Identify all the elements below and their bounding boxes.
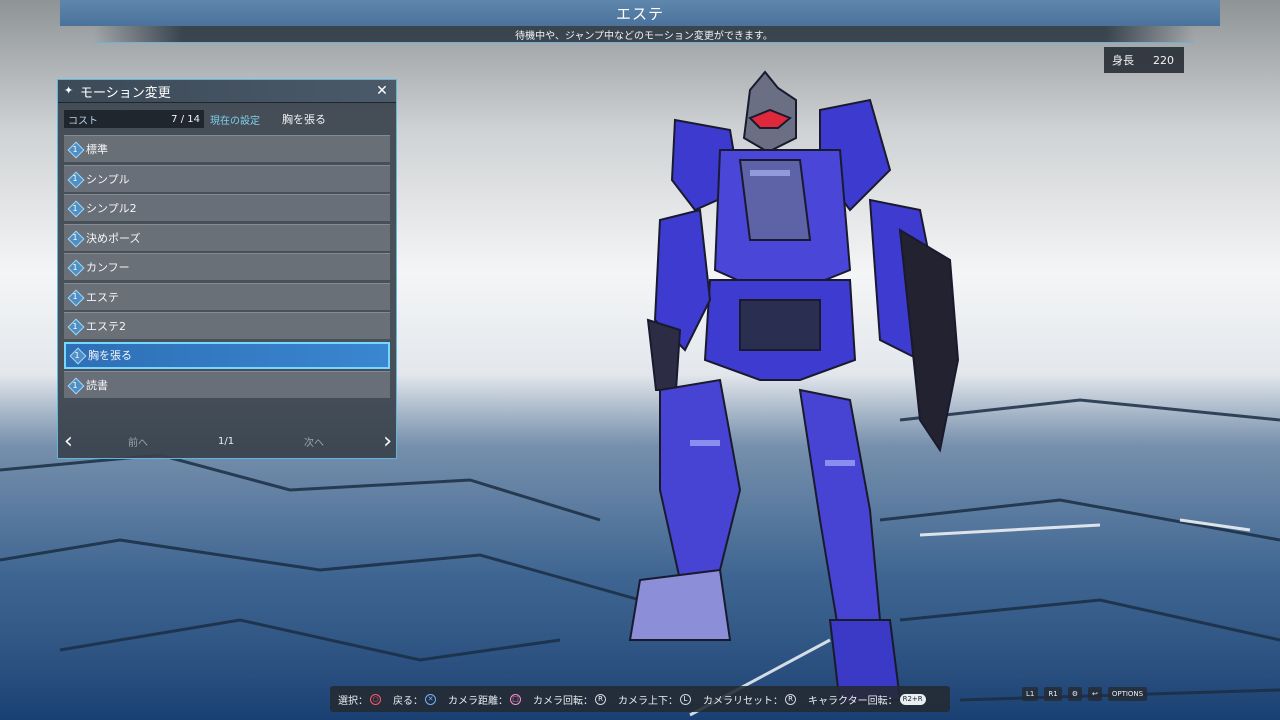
motion-item[interactable]: 1 カンフー: [64, 253, 390, 280]
control-camera-reset: カメラリセット： R: [703, 692, 796, 707]
l1-button-icon: L1: [1022, 687, 1039, 701]
mech-character: [628, 70, 960, 707]
height-value: 220: [1153, 53, 1174, 67]
panel-title: モーション変更: [80, 85, 171, 101]
motion-item-label: シンプル2: [86, 202, 137, 215]
level-diamond-icon: 1: [68, 201, 82, 215]
outfit-icon: ⚙: [1067, 687, 1082, 701]
cost-label: コスト: [68, 115, 98, 127]
control-camera-rotate: カメラ回転： R: [533, 692, 606, 707]
level-diamond-icon: 1: [68, 260, 82, 274]
control-select: 選択： ○: [338, 692, 381, 707]
cost-value: 7 / 14: [171, 113, 200, 125]
right-button-icons: L1 R1 ⚙ ↩ OPTIONS: [1022, 684, 1267, 704]
control-character-rotate: キャラクター回転： R2+R: [808, 692, 926, 707]
level-diamond-icon: 1: [68, 231, 82, 245]
motion-item[interactable]: 1 エステ2: [64, 312, 390, 339]
level-diamond-icon: 1: [68, 290, 82, 304]
right-stick-icon: R: [595, 693, 606, 705]
chevron-right-icon[interactable]: ›: [383, 429, 392, 454]
height-badge: 身長 220: [1104, 47, 1184, 73]
controls-hint-bar: 選択： ○ 戻る： ✕ カメラ距離： □ カメラ回転： R カメラ上下： L カメラリセッ…: [330, 686, 950, 712]
level-diamond-icon: 1: [68, 319, 82, 333]
motion-item-label: 標準: [86, 143, 108, 156]
motion-item-label: エステ: [86, 290, 119, 304]
motion-item[interactable]: 1 シンプル: [64, 164, 390, 192]
square-button-icon: □: [510, 693, 521, 705]
current-setting-value: 胸を張る: [282, 113, 326, 126]
control-camera-updown: カメラ上下： L: [618, 692, 691, 707]
level-diamond-icon: 1: [68, 378, 82, 392]
control-back: 戻る： ✕: [393, 692, 436, 707]
cost-box: コスト 7 / 14: [64, 110, 204, 128]
motion-item[interactable]: 1 標準: [64, 135, 390, 162]
page-title: エステ: [615, 4, 664, 23]
options-button-icon: OPTIONS: [1107, 687, 1148, 701]
chevron-left-icon[interactable]: ‹: [64, 429, 73, 454]
cost-row: コスト 7 / 14 現在の設定 胸を張る: [64, 110, 392, 128]
motion-list: 1 標準 1 シンプル 1 シンプル2 1 決めポーズ 1 カンフー 1 エステ…: [64, 135, 392, 401]
motion-change-panel: ✦ モーション変更 ✕ コスト 7 / 14 現在の設定 胸を張る 1 標準 1…: [57, 79, 397, 459]
cross-button-icon: ✕: [425, 693, 436, 705]
level-diamond-icon: 1: [70, 348, 84, 362]
right-stick-press-icon: R: [785, 693, 796, 705]
left-stick-icon: L: [680, 693, 691, 705]
circle-button-icon: ○: [370, 693, 381, 705]
panel-title-bar: ✦ モーション変更: [58, 80, 396, 103]
motion-item-selected[interactable]: 1 胸を張る: [64, 341, 390, 369]
pager: ‹ 前へ 1/1 次へ ›: [58, 426, 398, 456]
current-setting-label: 現在の設定: [210, 115, 260, 127]
motion-item[interactable]: 1 エステ: [64, 282, 390, 310]
page-indicator: 1/1: [218, 435, 235, 447]
motion-item[interactable]: 1 読書: [64, 371, 390, 398]
r2-button-icon: R2+R: [899, 693, 926, 705]
motion-item-label: エステ2: [86, 320, 126, 333]
header-subtitle: 待機中や、ジャンプ中などのモーション変更ができます。: [94, 26, 1194, 43]
close-button[interactable]: ✕: [374, 83, 390, 99]
level-diamond-icon: 1: [68, 172, 82, 186]
control-camera-distance: カメラ距離： □: [448, 692, 521, 707]
prev-page-button[interactable]: 前へ: [128, 434, 148, 449]
motion-item[interactable]: 1 シンプル2: [64, 194, 390, 221]
level-diamond-icon: 1: [68, 142, 82, 156]
sparkle-icon: ✦: [64, 84, 74, 97]
next-page-button[interactable]: 次へ: [304, 434, 324, 449]
motion-item-label: 決めポーズ: [86, 231, 141, 245]
motion-item-label: シンプル: [86, 172, 130, 186]
motion-item-label: 読書: [86, 379, 108, 392]
header-bar: エステ: [60, 0, 1220, 26]
motion-item-label: 胸を張る: [88, 349, 132, 362]
motion-item[interactable]: 1 決めポーズ: [64, 223, 390, 251]
height-label: 身長: [1112, 54, 1134, 67]
return-icon: ↩: [1087, 687, 1102, 701]
motion-item-label: カンフー: [86, 261, 130, 274]
r1-button-icon: R1: [1044, 687, 1062, 701]
